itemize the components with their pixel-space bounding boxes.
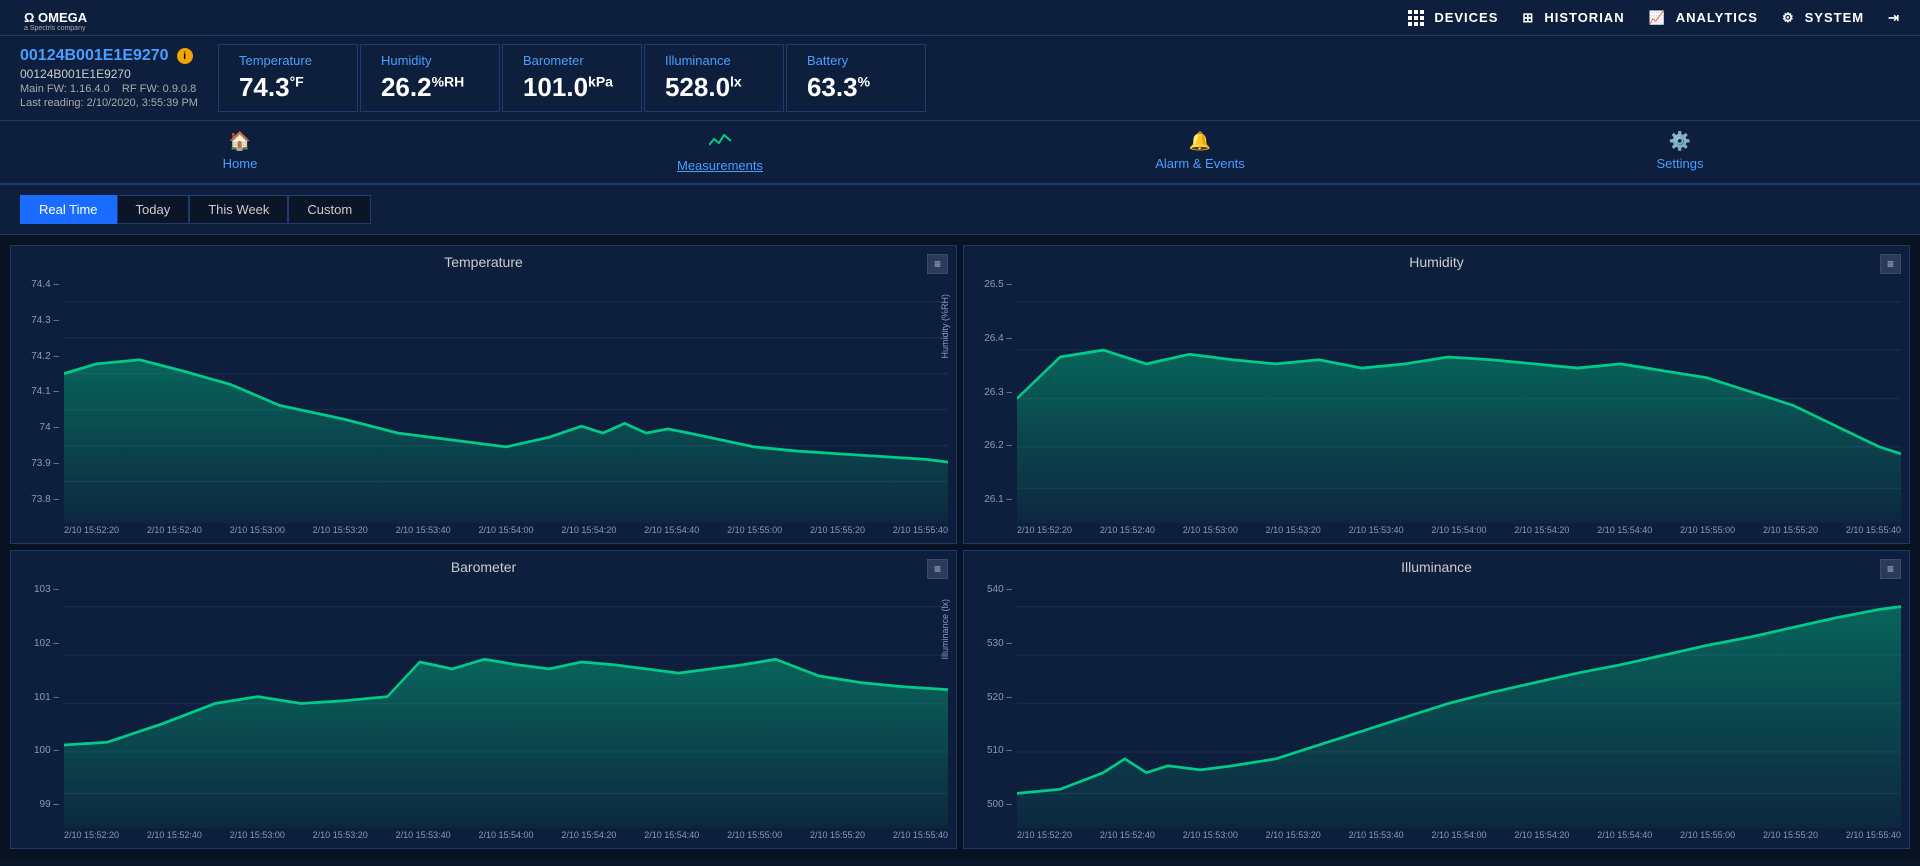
main-nav: 🏠 Home Measurements 🔔 Alarm & Events ⚙️ …: [0, 121, 1920, 185]
chart-illuminance-content: [1017, 579, 1901, 828]
nav-system[interactable]: ⚙ SYSTEM: [1782, 10, 1864, 26]
chart-humidity-title: Humidity: [972, 254, 1901, 270]
chart-temperature: Temperature ≡ Temperature (f°) 74.4 – 74…: [10, 245, 957, 544]
device-main-fw: Main FW: 1.16.4.0 RF FW: 0.9.0.8: [20, 83, 198, 95]
sensor-illuminance-value: 528.0lx: [665, 72, 763, 103]
chart-illuminance: Illuminance ≡ Illuminance (lx) 540 – 530…: [963, 550, 1910, 849]
chart-temperature-area: Temperature (f°) 74.4 – 74.3 – 74.2 – 74…: [19, 274, 948, 523]
barchart-icon: 📈: [1649, 10, 1666, 26]
svg-text:Ω OMEGA: Ω OMEGA: [24, 10, 88, 25]
chart-humidity-content: [1017, 274, 1901, 523]
chart-humidity-xaxis: 2/10 15:52:20 2/10 15:52:40 2/10 15:53:0…: [972, 525, 1901, 535]
tab-section: Real Time Today This Week Custom: [0, 185, 1920, 235]
nav-logout[interactable]: ⇥: [1888, 10, 1900, 26]
sensor-humidity-value: 26.2%RH: [381, 72, 479, 103]
chart-barometer-yaxis: Barometer (kPa) 103 – 102 – 101 – 100 – …: [19, 579, 64, 828]
nav-measurements[interactable]: Measurements: [480, 121, 960, 183]
nav-settings-label: Settings: [1657, 156, 1704, 171]
chart-illuminance-xaxis: 2/10 15:52:20 2/10 15:52:40 2/10 15:53:0…: [972, 830, 1901, 840]
nav-measurements-label: Measurements: [677, 158, 763, 173]
device-id-sub: 00124B001E1E9270: [20, 67, 198, 81]
logo-area: Ω OMEGA a Spectris company: [20, 4, 100, 32]
illuminance-svg: [1017, 579, 1901, 828]
nav-historian[interactable]: ⊞ HISTORIAN: [1522, 10, 1624, 26]
top-nav: DEVICES ⊞ HISTORIAN 📈 ANALYTICS ⚙ SYSTEM…: [1408, 10, 1900, 26]
omega-logo: Ω OMEGA a Spectris company: [20, 4, 100, 32]
chart-humidity-yaxis: Humidity (%RH) 26.5 – 26.4 – 26.3 – 26.2…: [972, 274, 1017, 523]
tab-custom[interactable]: Custom: [288, 195, 371, 224]
sensor-temperature-value: 74.3°F: [239, 72, 337, 103]
device-id[interactable]: 00124B001E1E9270: [20, 47, 169, 65]
barometer-svg: [64, 579, 948, 828]
device-section: 00124B001E1E9270 i 00124B001E1E9270 Main…: [0, 36, 1920, 121]
settings-icon: ⚙️: [1669, 131, 1691, 152]
sensor-illuminance: Illuminance 528.0lx: [644, 44, 784, 112]
svg-text:a Spectris company: a Spectris company: [24, 25, 86, 32]
chart-illuminance-menu[interactable]: ≡: [1880, 559, 1901, 579]
gear-icon: ⚙: [1782, 10, 1795, 26]
sensor-barometer-value: 101.0kPa: [523, 72, 621, 103]
info-icon[interactable]: i: [177, 48, 193, 64]
tab-realtime[interactable]: Real Time: [20, 195, 117, 224]
tab-today[interactable]: Today: [117, 195, 190, 224]
nav-analytics[interactable]: 📈 ANALYTICS: [1649, 10, 1758, 26]
nav-devices[interactable]: DEVICES: [1408, 10, 1498, 26]
tab-buttons: Real Time Today This Week Custom: [20, 195, 1900, 224]
table-icon: ⊞: [1522, 10, 1534, 26]
chart-temperature-menu[interactable]: ≡: [927, 254, 948, 274]
chart-barometer-area: Barometer (kPa) 103 – 102 – 101 – 100 – …: [19, 579, 948, 828]
nav-settings[interactable]: ⚙️ Settings: [1440, 121, 1920, 183]
chart-barometer-xaxis: 2/10 15:52:20 2/10 15:52:40 2/10 15:53:0…: [19, 830, 948, 840]
humidity-svg: [1017, 274, 1901, 523]
temperature-svg: [64, 274, 948, 523]
chart-humidity-ylabel: Humidity (%RH): [940, 294, 950, 359]
chart-barometer-title: Barometer: [19, 559, 948, 575]
chart-illuminance-ylabel: Illuminance (lx): [940, 599, 950, 660]
sensor-illuminance-label: Illuminance: [665, 53, 763, 68]
sensor-humidity: Humidity 26.2%RH: [360, 44, 500, 112]
tab-this-week[interactable]: This Week: [189, 195, 288, 224]
chart-temperature-yaxis: Temperature (f°) 74.4 – 74.3 – 74.2 – 74…: [19, 274, 64, 523]
chart-temperature-content: [64, 274, 948, 523]
exit-icon: ⇥: [1888, 10, 1900, 26]
measurements-icon: [709, 131, 731, 154]
chart-barometer-menu[interactable]: ≡: [927, 559, 948, 579]
sensor-battery-label: Battery: [807, 53, 905, 68]
chart-humidity-menu[interactable]: ≡: [1880, 254, 1901, 274]
chart-barometer: Barometer ≡ Barometer (kPa) 103 – 102 – …: [10, 550, 957, 849]
chart-temperature-xaxis: 2/10 15:52:20 2/10 15:52:40 2/10 15:53:0…: [19, 525, 948, 535]
nav-home-label: Home: [223, 156, 258, 171]
device-last-reading: Last reading: 2/10/2020, 3:55:39 PM: [20, 97, 198, 109]
chart-humidity: Humidity ≡ Humidity (%RH) 26.5 – 26.4 – …: [963, 245, 1910, 544]
chart-humidity-area: Humidity (%RH) 26.5 – 26.4 – 26.3 – 26.2…: [972, 274, 1901, 523]
chart-illuminance-area: Illuminance (lx) 540 – 530 – 520 – 510 –…: [972, 579, 1901, 828]
sensor-battery: Battery 63.3%: [786, 44, 926, 112]
sensor-temperature: Temperature 74.3°F: [218, 44, 358, 112]
chart-temperature-title: Temperature: [19, 254, 948, 270]
device-info: 00124B001E1E9270 i 00124B001E1E9270 Main…: [20, 47, 198, 109]
sensor-battery-value: 63.3%: [807, 72, 905, 103]
top-bar: Ω OMEGA a Spectris company DEVICES ⊞ HIS…: [0, 0, 1920, 36]
sensor-cards: Temperature 74.3°F Humidity 26.2%RH Baro…: [218, 44, 1900, 112]
grid-icon: [1408, 10, 1424, 26]
sensor-humidity-label: Humidity: [381, 53, 479, 68]
home-icon: 🏠: [229, 131, 251, 152]
nav-home[interactable]: 🏠 Home: [0, 121, 480, 183]
chart-illuminance-yaxis: Illuminance (lx) 540 – 530 – 520 – 510 –…: [972, 579, 1017, 828]
chart-illuminance-title: Illuminance: [972, 559, 1901, 575]
chart-barometer-content: [64, 579, 948, 828]
charts-grid: Temperature ≡ Temperature (f°) 74.4 – 74…: [0, 235, 1920, 859]
nav-alarm-label: Alarm & Events: [1155, 156, 1245, 171]
nav-alarm-events[interactable]: 🔔 Alarm & Events: [960, 121, 1440, 183]
sensor-barometer: Barometer 101.0kPa: [502, 44, 642, 112]
alarm-icon: 🔔: [1189, 131, 1211, 152]
sensor-barometer-label: Barometer: [523, 53, 621, 68]
sensor-temperature-label: Temperature: [239, 53, 337, 68]
